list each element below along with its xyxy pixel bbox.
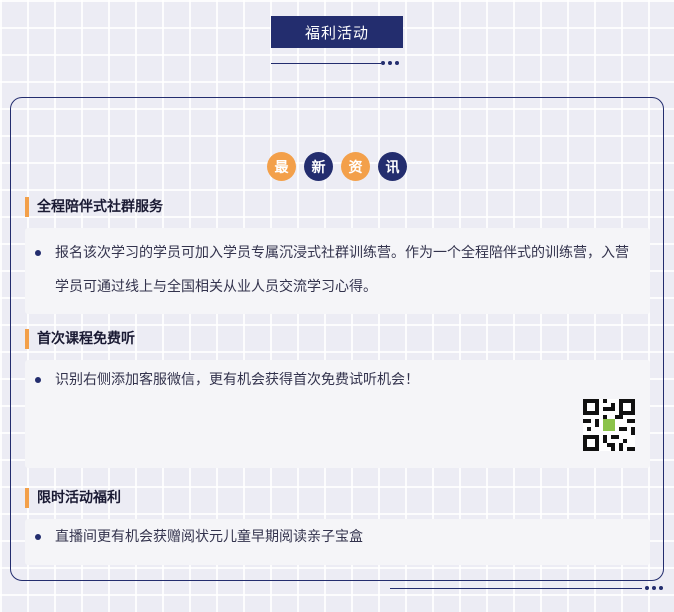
dot xyxy=(395,61,399,65)
header-divider xyxy=(271,63,381,64)
card-text-content: 识别右侧添加客服微信，更有机会获得首次免费试听机会！ xyxy=(55,372,419,388)
card-text-community: 报名该次学习的学员可加入学员专属沉浸式社群训练营。作为一个全程陪伴式的训练营，入… xyxy=(35,236,630,304)
news-char-1: 最 xyxy=(267,152,296,181)
dot xyxy=(381,61,385,65)
news-char-4: 讯 xyxy=(378,152,407,181)
page-title: 福利活动 xyxy=(304,23,369,42)
card-community: 报名该次学习的学员可加入学员专属沉浸式社群训练营。作为一个全程陪伴式的训练营，入… xyxy=(25,228,650,314)
dot xyxy=(659,586,663,590)
section-title-limited-offer: 限时活动福利 xyxy=(25,488,121,508)
news-char-3: 资 xyxy=(341,152,370,181)
dot xyxy=(388,61,392,65)
latest-news-heading: 最 新 资 讯 xyxy=(0,152,674,182)
section-title-free-trial: 首次课程免费听 xyxy=(25,329,135,349)
qr-code-icon[interactable] xyxy=(583,399,635,451)
card-text-content: 直播间更有机会获赠阅状元儿童早期阅读亲子宝盒 xyxy=(55,529,363,545)
news-char-2: 新 xyxy=(304,152,333,181)
bullet-icon xyxy=(35,534,41,540)
bullet-icon xyxy=(35,250,41,256)
bullet-icon xyxy=(35,377,41,383)
card-text-content: 报名该次学习的学员可加入学员专属沉浸式社群训练营。作为一个全程陪伴式的训练营，入… xyxy=(55,245,629,295)
footer-divider xyxy=(390,588,642,589)
header-dots xyxy=(381,61,399,65)
page-title-badge: 福利活动 xyxy=(271,16,403,48)
dot xyxy=(645,586,649,590)
dot xyxy=(652,586,656,590)
footer-dots xyxy=(645,586,663,590)
card-limited-offer: 直播间更有机会获赠阅状元儿童早期阅读亲子宝盒 xyxy=(25,519,650,565)
section-title-community: 全程陪伴式社群服务 xyxy=(25,197,163,217)
card-free-trial: 识别右侧添加客服微信，更有机会获得首次免费试听机会！ xyxy=(25,360,650,468)
card-text-free-trial: 识别右侧添加客服微信，更有机会获得首次免费试听机会！ xyxy=(35,363,630,397)
card-text-limited-offer: 直播间更有机会获赠阅状元儿童早期阅读亲子宝盒 xyxy=(35,520,630,554)
